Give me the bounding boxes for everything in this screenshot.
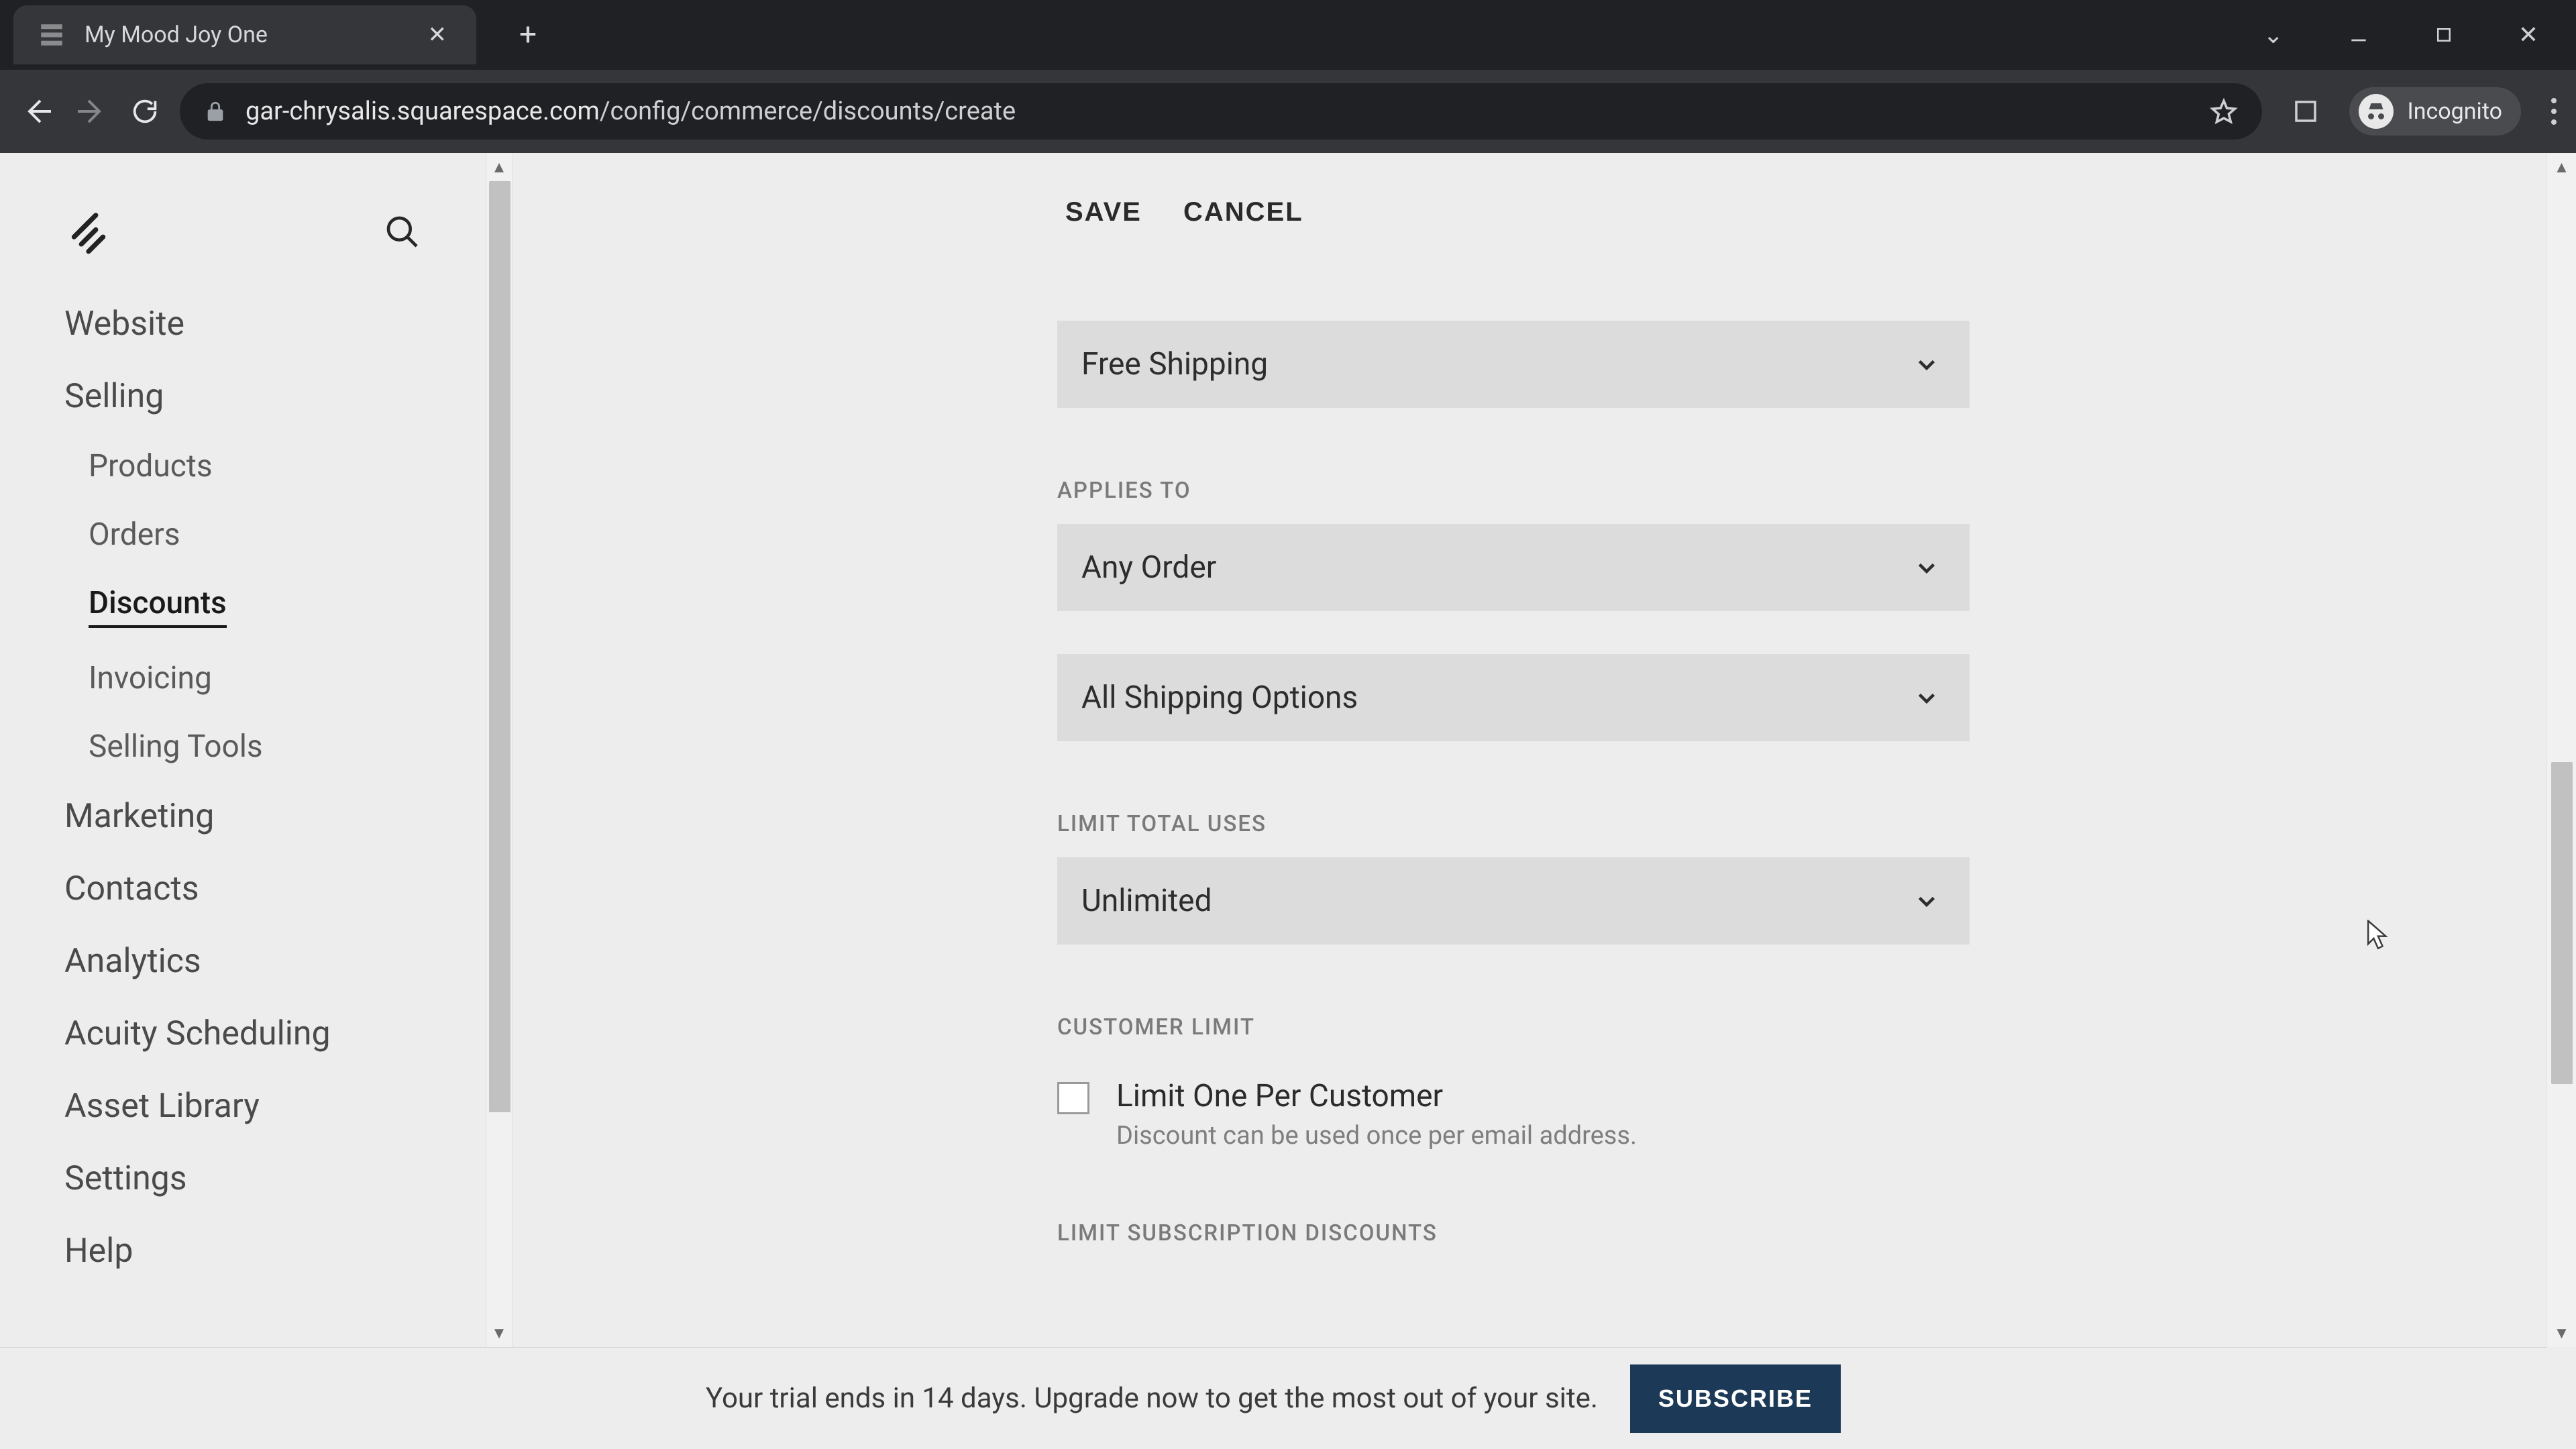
shipping-options-value: All Shipping Options — [1081, 680, 1358, 716]
chevron-down-icon — [1915, 686, 1939, 710]
sidebar-nav: Website Selling Products Orders Discount… — [0, 305, 486, 1271]
sidebar-item-products[interactable]: Products — [89, 448, 486, 484]
limit-total-uses-label: LIMIT TOTAL USES — [1057, 811, 1970, 837]
limit-total-uses-select[interactable]: Unlimited — [1057, 857, 1970, 945]
trial-banner-message: Your trial ends in 14 days. Upgrade now … — [706, 1382, 1598, 1415]
sidebar-scrollbar-thumb[interactable] — [489, 181, 511, 1112]
sidebar-item-analytics[interactable]: Analytics — [64, 942, 486, 981]
promotion-type-value: Free Shipping — [1081, 346, 1268, 382]
toolbar-right: Incognito — [2278, 87, 2557, 136]
sidebar-scrollbar[interactable]: ▲ ▼ — [486, 153, 513, 1347]
sidebar-item-asset-library[interactable]: Asset Library — [64, 1087, 486, 1126]
browser-tab[interactable]: My Mood Joy One ✕ — [13, 5, 476, 64]
sidebar: Website Selling Products Orders Discount… — [0, 153, 486, 1449]
sidebar-top — [0, 191, 486, 305]
page-scrollbar[interactable]: ▲ ▼ — [2546, 153, 2576, 1347]
sidebar-item-discounts[interactable]: Discounts — [89, 585, 227, 628]
sidebar-item-settings[interactable]: Settings — [64, 1159, 486, 1198]
tab-overflow-icon[interactable]: ⌄ — [2263, 21, 2284, 49]
sidebar-item-website[interactable]: Website — [64, 305, 486, 343]
sidebar-item-acuity-scheduling[interactable]: Acuity Scheduling — [64, 1014, 486, 1053]
maximize-icon[interactable] — [2434, 25, 2454, 45]
applies-to-select[interactable]: Any Order — [1057, 524, 1970, 611]
window-close-icon[interactable]: ✕ — [2518, 21, 2538, 49]
tab-strip: My Mood Joy One ✕ + ⌄ ✕ — [0, 0, 2576, 70]
limit-total-uses-value: Unlimited — [1081, 883, 1212, 919]
action-bar: SAVE CANCEL — [1065, 197, 1303, 227]
url-path: /config/commerce/discounts/create — [600, 97, 1016, 126]
chevron-down-icon — [1915, 555, 1939, 580]
sidebar-item-selling[interactable]: Selling — [64, 377, 486, 416]
trial-banner: Your trial ends in 14 days. Upgrade now … — [0, 1347, 2546, 1449]
new-tab-button[interactable]: + — [519, 17, 537, 53]
omnibox-actions — [2210, 97, 2238, 125]
back-button[interactable] — [19, 95, 56, 127]
applies-to-label: APPLIES TO — [1057, 478, 1970, 504]
tab-title: My Mood Joy One — [85, 21, 409, 48]
bookmark-icon[interactable] — [2210, 97, 2238, 125]
customer-limit-label: CUSTOMER LIMIT — [1057, 1014, 1970, 1040]
chevron-down-icon — [1915, 889, 1939, 913]
sidebar-item-selling-tools[interactable]: Selling Tools — [89, 729, 486, 765]
scroll-up-icon[interactable]: ▲ — [2547, 153, 2576, 181]
scroll-down-icon[interactable]: ▼ — [2547, 1319, 2576, 1347]
limit-subscription-discounts-label: LIMIT SUBSCRIPTION DISCOUNTS — [1057, 1220, 1970, 1246]
main-content: SAVE CANCEL Free Shipping APPLIES TO Any… — [486, 153, 2546, 1449]
subscribe-button[interactable]: SUBSCRIBE — [1630, 1364, 1841, 1433]
extensions-icon[interactable] — [2292, 97, 2320, 125]
url-text: gar-chrysalis.squarespace.com/config/com… — [246, 97, 1016, 126]
sidebar-item-orders[interactable]: Orders — [89, 517, 486, 553]
incognito-label: Incognito — [2407, 98, 2502, 125]
chevron-down-icon — [1915, 352, 1939, 376]
forward-button[interactable] — [72, 95, 110, 127]
app-root: Website Selling Products Orders Discount… — [0, 153, 2546, 1449]
limit-one-per-customer-label: Limit One Per Customer — [1116, 1078, 1637, 1114]
limit-one-per-customer-checkbox[interactable] — [1057, 1082, 1089, 1114]
search-icon[interactable] — [384, 213, 421, 251]
minimize-icon[interactable] — [2348, 24, 2369, 46]
incognito-chip[interactable]: Incognito — [2349, 87, 2521, 136]
sidebar-item-contacts[interactable]: Contacts — [64, 869, 486, 908]
customer-limit-row: Limit One Per Customer Discount can be u… — [1057, 1078, 1970, 1150]
close-icon[interactable]: ✕ — [428, 23, 447, 46]
browser-toolbar: gar-chrysalis.squarespace.com/config/com… — [0, 70, 2576, 153]
url-host: gar-chrysalis.squarespace.com — [246, 97, 600, 126]
shipping-options-select[interactable]: All Shipping Options — [1057, 654, 1970, 741]
discount-form: Free Shipping APPLIES TO Any Order Al — [1057, 321, 1970, 1267]
kebab-menu-icon[interactable] — [2551, 98, 2557, 125]
sidebar-item-marketing[interactable]: Marketing — [64, 797, 486, 836]
lock-icon — [204, 100, 227, 123]
sidebar-subnav-selling: Products Orders Discounts Invoicing Sell… — [64, 448, 486, 765]
applies-to-value: Any Order — [1081, 549, 1216, 586]
address-bar[interactable]: gar-chrysalis.squarespace.com/config/com… — [180, 83, 2262, 140]
promotion-type-select[interactable]: Free Shipping — [1057, 321, 1970, 408]
save-button[interactable]: SAVE — [1065, 197, 1142, 227]
sidebar-item-help[interactable]: Help — [64, 1232, 486, 1271]
page-viewport: Website Selling Products Orders Discount… — [0, 153, 2576, 1449]
favicon-icon — [38, 21, 66, 49]
cancel-button[interactable]: CANCEL — [1183, 197, 1303, 227]
scroll-up-icon[interactable]: ▲ — [486, 153, 512, 181]
page-scrollbar-thumb[interactable] — [2551, 762, 2573, 1085]
reload-button[interactable] — [126, 96, 164, 127]
window-controls: ⌄ ✕ — [2263, 21, 2576, 49]
limit-one-per-customer-desc: Discount can be used once per email addr… — [1116, 1121, 1637, 1150]
checkbox-text: Limit One Per Customer Discount can be u… — [1116, 1078, 1637, 1150]
scroll-down-icon[interactable]: ▼ — [486, 1319, 512, 1347]
sidebar-item-invoicing[interactable]: Invoicing — [89, 660, 486, 696]
incognito-icon — [2359, 94, 2394, 129]
browser-window: My Mood Joy One ✕ + ⌄ ✕ — [0, 0, 2576, 1449]
squarespace-logo-icon[interactable] — [64, 208, 113, 256]
